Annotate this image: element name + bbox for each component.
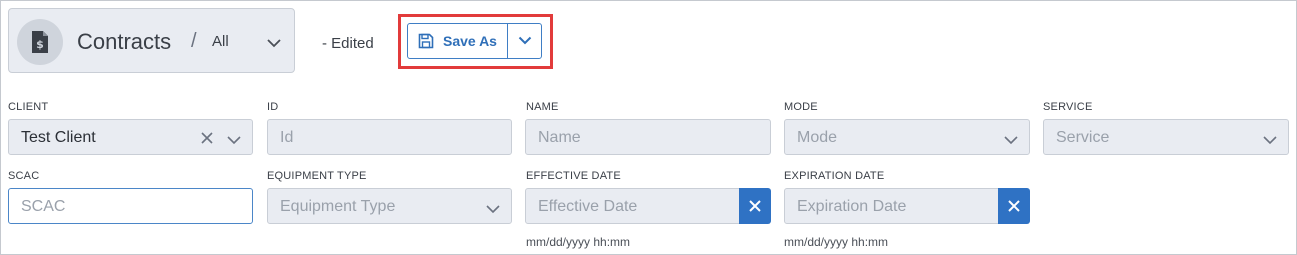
contract-document-icon: $	[17, 19, 63, 65]
name-input[interactable]: Name	[525, 119, 771, 155]
save-as-button[interactable]: Save As	[408, 24, 508, 58]
effective-date-input[interactable]: Effective Date	[525, 188, 740, 224]
view-name: All	[212, 33, 229, 50]
clear-icon[interactable]	[200, 131, 214, 150]
expiration-date-input[interactable]: Expiration Date	[784, 188, 999, 224]
client-select[interactable]: Test Client	[8, 119, 253, 155]
effective-date-label: EFFECTIVE DATE	[526, 170, 621, 182]
id-input[interactable]: Id	[267, 119, 512, 155]
save-as-label: Save As	[443, 33, 497, 49]
chevron-down-icon	[518, 36, 532, 45]
chevron-down-icon[interactable]	[1003, 132, 1019, 150]
expiration-date-label: EXPIRATION DATE	[784, 170, 885, 182]
title-separator: /	[191, 30, 197, 52]
effective-date-clear-button[interactable]	[739, 188, 771, 224]
chevron-down-icon[interactable]	[266, 35, 282, 53]
save-as-button-group[interactable]: Save As	[407, 23, 542, 59]
client-value: Test Client	[21, 129, 96, 146]
mode-placeholder: Mode	[797, 129, 838, 146]
client-label: CLIENT	[8, 101, 49, 113]
mode-select[interactable]: Mode	[784, 119, 1030, 155]
name-placeholder: Name	[538, 129, 581, 146]
save-options-dropdown[interactable]	[508, 24, 542, 58]
mode-label: MODE	[784, 101, 818, 113]
edited-status: - Edited	[322, 35, 374, 52]
equipment-type-label: EQUIPMENT TYPE	[267, 170, 367, 182]
service-select[interactable]: Service	[1043, 119, 1289, 155]
service-label: SERVICE	[1043, 101, 1093, 113]
effective-date-placeholder: Effective Date	[538, 198, 638, 215]
equipment-type-select[interactable]: Equipment Type	[267, 188, 512, 224]
equipment-type-placeholder: Equipment Type	[280, 198, 396, 215]
expiration-date-clear-button[interactable]	[998, 188, 1030, 224]
view-selector[interactable]: $ Contracts / All	[8, 8, 295, 73]
scac-placeholder: SCAC	[21, 198, 66, 215]
name-label: NAME	[526, 101, 559, 113]
effective-date-hint: mm/dd/yyyy hh:mm	[526, 235, 631, 249]
chevron-down-icon[interactable]	[226, 132, 242, 150]
service-placeholder: Service	[1056, 129, 1110, 146]
svg-text:$: $	[36, 38, 44, 51]
expiration-date-hint: mm/dd/yyyy hh:mm	[784, 235, 889, 249]
close-icon	[1008, 200, 1020, 212]
floppy-disk-icon	[418, 33, 434, 49]
expiration-date-placeholder: Expiration Date	[797, 198, 907, 215]
close-icon	[749, 200, 761, 212]
chevron-down-icon[interactable]	[485, 201, 501, 219]
scac-input[interactable]: SCAC	[8, 188, 253, 224]
id-label: ID	[267, 101, 279, 113]
page-title: Contracts	[77, 29, 172, 54]
scac-label: SCAC	[8, 170, 40, 182]
chevron-down-icon[interactable]	[1262, 132, 1278, 150]
id-placeholder: Id	[280, 129, 294, 146]
